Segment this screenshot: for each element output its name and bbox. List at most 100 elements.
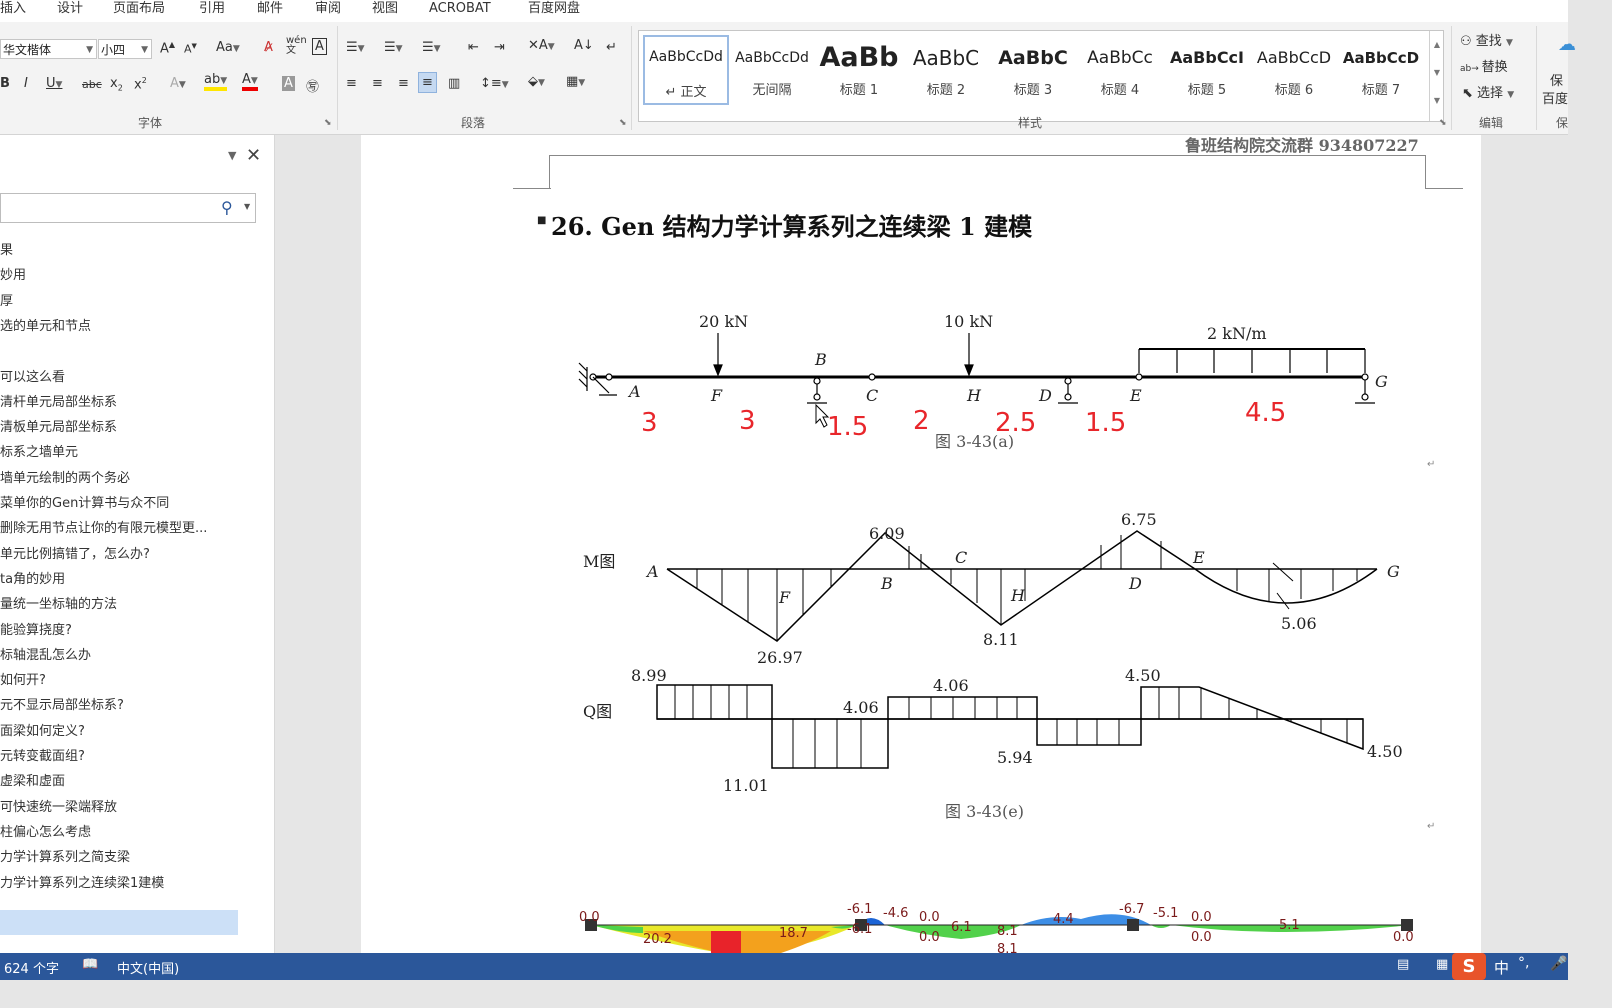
style-heading-6[interactable]: AaBbCcD 标题 6 — [1251, 35, 1337, 111]
menu-review[interactable]: 审阅 — [315, 0, 341, 22]
nav-item[interactable]: 元转变截面组? — [0, 745, 85, 769]
nav-item[interactable]: 可以这么看 — [0, 366, 65, 390]
menu-layout[interactable]: 页面布局 — [113, 0, 165, 22]
text-effects-icon[interactable]: A▼ — [170, 76, 186, 91]
nav-item[interactable]: 柱偏心怎么考虑 — [0, 821, 91, 845]
select-button[interactable]: ⬉ 选择 ▼ — [1462, 82, 1514, 101]
nav-item[interactable]: 元不显示局部坐标系? — [0, 694, 124, 718]
search-icon[interactable]: ⚲ — [221, 198, 233, 217]
gallery-scroll[interactable]: ▲ ▼ ▼ — [1429, 31, 1444, 121]
sort-icon[interactable]: A↓ — [574, 38, 594, 53]
pane-options-icon[interactable]: ▼ — [228, 149, 236, 162]
style-heading-7[interactable]: AaBbCcD 标题 7 — [1338, 35, 1424, 111]
save-to-baidu-label[interactable]: 保 — [1550, 70, 1563, 89]
nav-item[interactable]: 面梁如何定义? — [0, 720, 85, 744]
nav-item[interactable]: 量统一坐标轴的方法 — [0, 593, 117, 617]
decrease-indent-icon[interactable]: ⇤ — [468, 40, 479, 55]
font-name-dropdown[interactable]: 华文楷体 ▼ — [0, 39, 97, 59]
sogou-ime-icon[interactable]: S — [1452, 953, 1486, 980]
language-status[interactable]: 中文(中国) — [117, 958, 179, 977]
style-heading-3[interactable]: AaBbC 标题 3 — [990, 35, 1076, 111]
italic-icon[interactable]: I — [24, 76, 28, 91]
nav-item[interactable]: 厚 — [0, 290, 13, 314]
find-button[interactable]: ⚇ 查找 ▼ — [1460, 30, 1513, 49]
style-heading-5[interactable]: AaBbCcI 标题 5 — [1164, 35, 1250, 111]
nav-item[interactable]: 单元比例搞错了，怎么办? — [0, 543, 150, 567]
font-size-dropdown[interactable]: 小四 ▼ — [98, 39, 152, 59]
nav-item[interactable]: 标系之墙单元 — [0, 441, 78, 465]
paragraph-launcher-icon[interactable]: ⬊ — [619, 118, 627, 128]
style-no-spacing[interactable]: AaBbCcDd 无间隔 — [729, 35, 815, 111]
ime-mode[interactable]: 中 — [1494, 957, 1509, 978]
numbering-icon[interactable]: ☰▼ — [384, 40, 403, 55]
read-mode-icon[interactable]: ▤ — [1397, 957, 1409, 972]
nav-item[interactable]: 虚梁和虚面 — [0, 770, 65, 794]
nav-item[interactable]: 可快速统一梁端释放 — [0, 796, 117, 820]
replace-button[interactable]: ab→ 替换 — [1460, 56, 1508, 75]
nav-item[interactable]: 菜单你的Gen计算书与众不同 — [0, 492, 169, 516]
bold-icon[interactable]: B — [0, 76, 10, 91]
close-icon[interactable]: ✕ — [246, 145, 261, 166]
nav-item[interactable]: 果 — [0, 239, 13, 263]
multilevel-list-icon[interactable]: ☰▼ — [422, 40, 441, 55]
bullets-icon[interactable]: ☰▼ — [346, 40, 365, 55]
microphone-icon[interactable]: 🎤 — [1550, 956, 1567, 972]
style-normal[interactable]: AaBbCcDd ↵ 正文 — [643, 35, 729, 105]
clear-format-icon[interactable]: A̷ — [264, 40, 273, 55]
print-layout-icon[interactable]: ▦ — [1436, 957, 1448, 972]
style-heading-1[interactable]: AaBb 标题 1 — [816, 35, 902, 111]
align-left-icon[interactable]: ≡ — [346, 76, 357, 91]
shading-icon[interactable]: ⬙▼ — [528, 74, 545, 89]
highlight-icon[interactable]: ab▼ — [204, 72, 228, 91]
nav-item[interactable]: 选的单元和节点 — [0, 315, 91, 339]
menu-references[interactable]: 引用 — [199, 0, 225, 22]
nav-item[interactable]: 清杆单元局部坐标系 — [0, 391, 117, 415]
nav-item[interactable]: 能验算挠度? — [0, 619, 72, 643]
style-heading-4[interactable]: AaBbCc 标题 4 — [1077, 35, 1163, 111]
menu-baidu-pan[interactable]: 百度网盘 — [528, 0, 580, 22]
nav-item[interactable]: 删除无用节点让你的有限元模型更... — [0, 517, 207, 541]
justify-icon[interactable]: ≡ — [418, 72, 437, 93]
increase-indent-icon[interactable]: ⇥ — [494, 40, 505, 55]
nav-item[interactable]: 清板单元局部坐标系 — [0, 416, 117, 440]
word-count[interactable]: 624 个字 — [4, 958, 59, 977]
phonetic-guide-icon[interactable]: wén 文 — [286, 36, 307, 56]
gallery-more-icon[interactable]: ▼ — [1430, 87, 1444, 115]
nav-item[interactable]: 力学计算系列之简支梁 — [0, 846, 130, 870]
char-border-icon[interactable]: A — [312, 38, 327, 55]
styles-launcher-icon[interactable]: ⬊ — [1439, 118, 1447, 128]
scroll-down-icon[interactable]: ▼ — [1430, 59, 1444, 87]
change-case-icon[interactable]: Aa▼ — [216, 40, 240, 55]
line-spacing-icon[interactable]: ↕≡▼ — [480, 76, 509, 91]
char-shading-icon[interactable]: A — [282, 76, 295, 91]
borders-icon[interactable]: ▦▼ — [566, 74, 585, 89]
align-center-icon[interactable]: ≡ — [372, 76, 383, 91]
subscript-icon[interactable]: x2 — [110, 76, 123, 93]
proofing-icon[interactable]: 📖 — [82, 957, 98, 972]
punctuation-icon[interactable]: °, — [1518, 955, 1529, 971]
enclose-char-icon[interactable]: ㊢ — [306, 76, 319, 95]
nav-item[interactable]: 力学计算系列之连续梁1建模 — [0, 872, 164, 896]
nav-item[interactable]: 墙单元绘制的两个务必 — [0, 467, 130, 491]
strikethrough-icon[interactable]: abc — [82, 78, 102, 91]
nav-item[interactable]: 标轴混乱怎么办 — [0, 644, 91, 668]
scroll-up-icon[interactable]: ▲ — [1430, 31, 1444, 59]
menu-view[interactable]: 视图 — [372, 0, 398, 22]
underline-icon[interactable]: U▼ — [46, 76, 62, 91]
nav-item[interactable]: 如何开? — [0, 669, 46, 693]
superscript-icon[interactable]: x2 — [134, 76, 147, 92]
font-color-icon[interactable]: A▼ — [242, 72, 258, 91]
font-launcher-icon[interactable]: ⬊ — [324, 118, 332, 128]
grow-font-icon[interactable]: A▲ — [160, 40, 175, 56]
shrink-font-icon[interactable]: A▼ — [184, 42, 197, 56]
style-heading-2[interactable]: AaBbC 标题 2 — [903, 35, 989, 111]
distribute-icon[interactable]: ▥ — [448, 76, 460, 91]
cloud-save-icon[interactable]: ☁ — [1558, 34, 1576, 55]
show-marks-icon[interactable]: ↵ — [606, 40, 617, 55]
nav-item[interactable]: 妙用 — [0, 264, 26, 288]
menu-insert[interactable]: 插入 — [0, 0, 26, 22]
chinese-layout-icon[interactable]: ✕A▼ — [528, 38, 555, 53]
baidu-label[interactable]: 百度 — [1542, 88, 1568, 107]
nav-search-input[interactable]: ⚲ ▼ — [0, 193, 256, 223]
nav-item[interactable]: ta角的妙用 — [0, 568, 65, 592]
